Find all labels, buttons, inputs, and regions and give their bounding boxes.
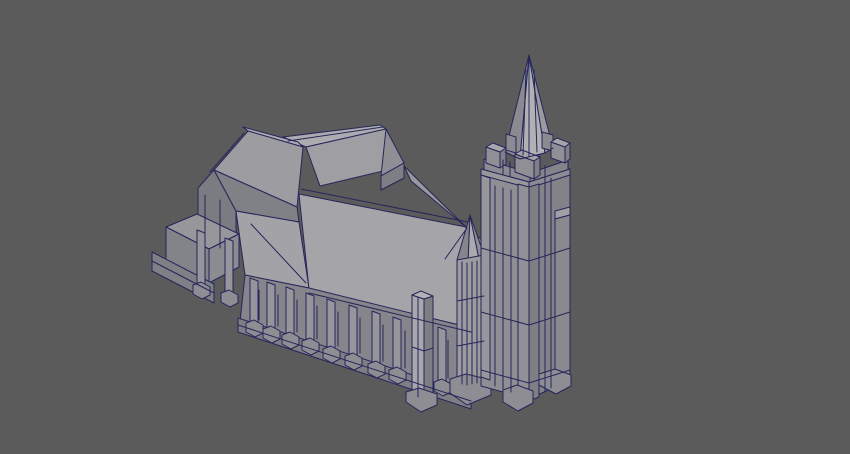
wall-buttress-base-2[interactable] xyxy=(220,289,239,308)
tower-corner-buttress-left[interactable] xyxy=(517,183,530,402)
turret-shaft[interactable] xyxy=(456,254,485,387)
wall-buttress-1[interactable] xyxy=(196,229,206,291)
wall-buttress-10[interactable] xyxy=(392,316,402,376)
wall-buttress-11[interactable] xyxy=(437,326,447,388)
tower-left-edge-buttress[interactable] xyxy=(480,174,491,381)
tower-right-buttress[interactable] xyxy=(554,214,571,377)
viewport-canvas[interactable] xyxy=(0,0,850,454)
tower-corner-buttress-right[interactable] xyxy=(528,183,540,402)
tower-merlon-right-side[interactable] xyxy=(564,142,571,164)
church-model-svg[interactable] xyxy=(0,0,850,454)
wall-buttress-2[interactable] xyxy=(224,237,234,299)
wall-buttress-9[interactable] xyxy=(371,310,381,370)
tower-merlon-mid-side[interactable] xyxy=(533,156,541,180)
tower-corner-buttress-base[interactable] xyxy=(502,384,534,412)
tower-back-merlon-left[interactable] xyxy=(505,133,517,154)
